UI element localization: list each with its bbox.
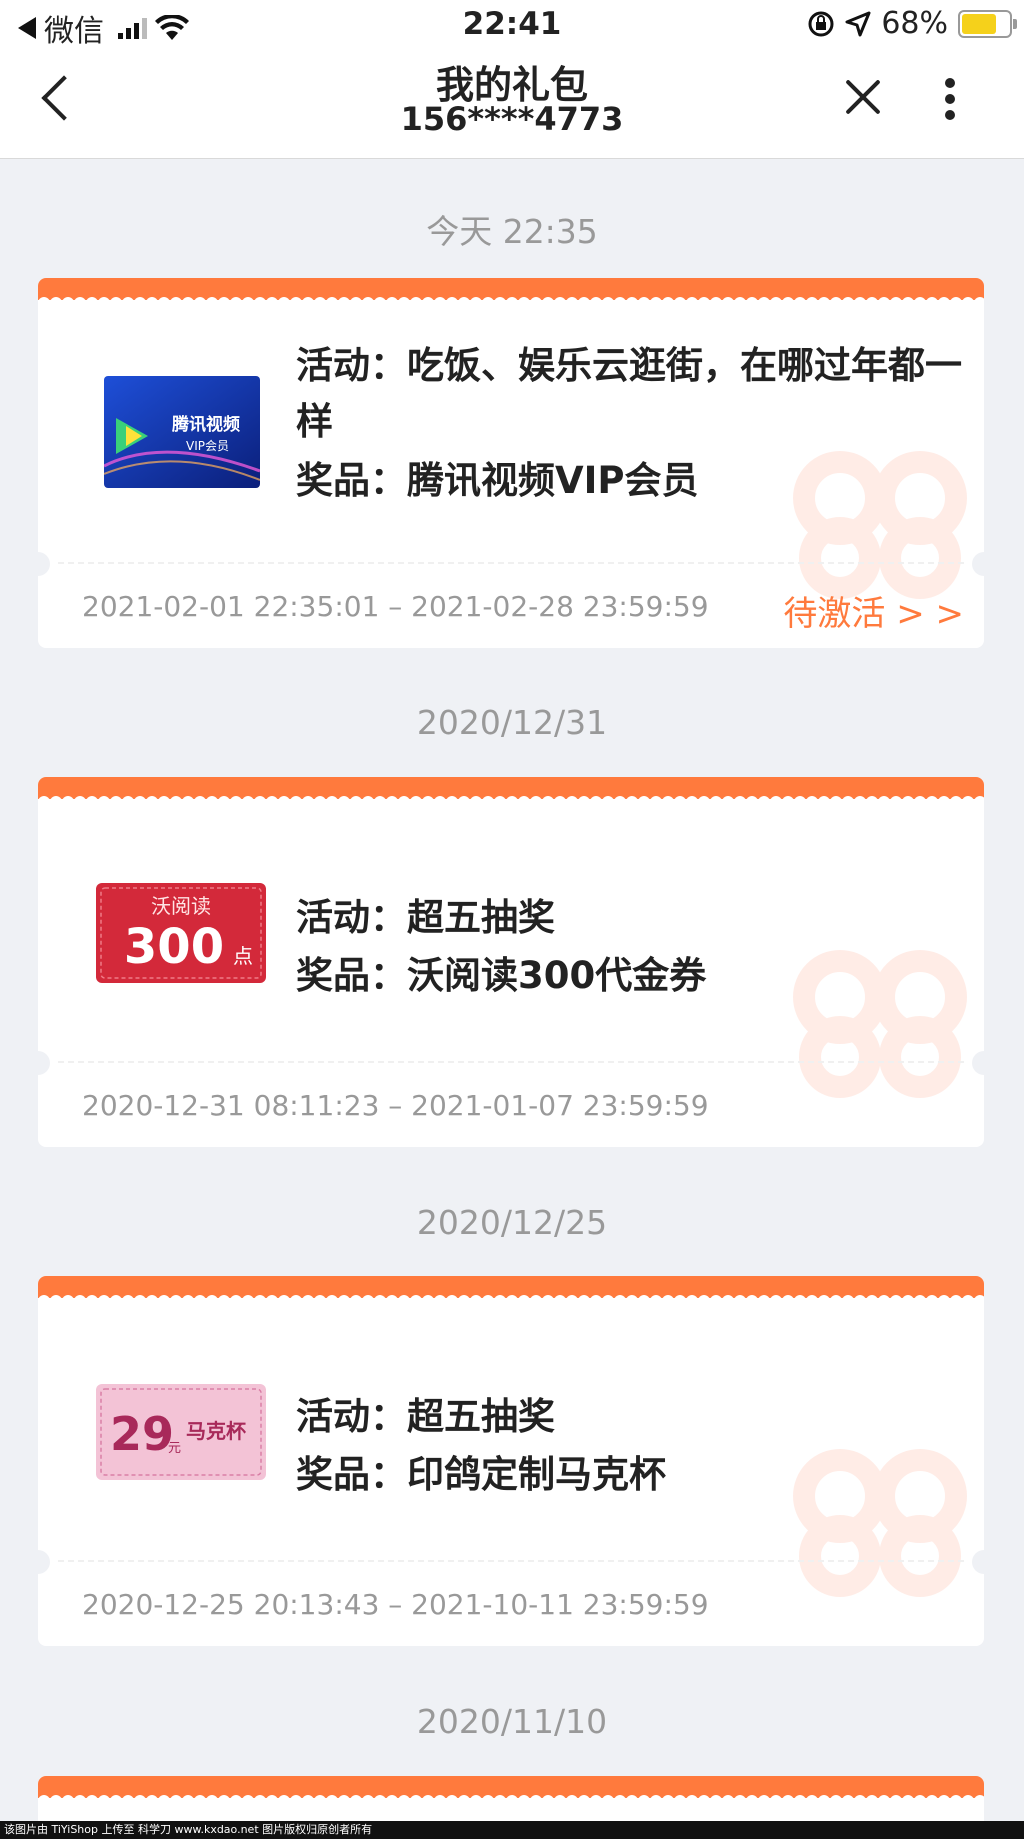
image-amount: 29 — [110, 1407, 174, 1461]
rotation-lock-icon — [808, 11, 834, 36]
gift-card[interactable]: 沃阅读 300 点 活动：超五抽奖 奖品：沃阅读300代金券 2020-12-3… — [38, 777, 984, 1147]
wo-read-coupon-image: 沃阅读 300 点 — [96, 883, 266, 983]
location-icon — [845, 11, 871, 36]
activity-label: 活动： — [296, 1395, 407, 1438]
prize-label: 奖品： — [296, 459, 407, 502]
status-bar: 微信 22:41 68% — [0, 0, 1024, 50]
prize-text: 腾讯视频VIP会员 — [407, 459, 699, 502]
card-notch — [38, 1550, 50, 1574]
card-divider — [58, 1560, 964, 1562]
image-credit-footer: 该图片由 TiYiShop 上传至 科学刀 www.kxdao.net 图片版权… — [0, 1821, 1024, 1839]
gift-card[interactable]: 腾讯视频 VIP会员 活动：吃饭、娱乐云逛街，在哪过年都一样 奖品：腾讯视频VI… — [38, 278, 984, 648]
date-header: 2020/12/31 — [416, 703, 608, 742]
card-divider — [58, 1061, 964, 1063]
card-notch — [38, 1051, 50, 1075]
image-text-line2: VIP会员 — [186, 439, 229, 453]
mug-coupon-image: 29 元 马克杯 — [96, 1384, 266, 1480]
tencent-video-vip-image: 腾讯视频 VIP会员 — [104, 376, 260, 488]
battery-percent: 68% — [881, 6, 948, 41]
activity-text: 超五抽奖 — [407, 1395, 555, 1438]
more-menu-icon[interactable] — [940, 78, 960, 128]
unicom-logo-watermark — [793, 451, 967, 599]
image-unit: 点 — [233, 944, 253, 968]
date-header: 今天 22:35 — [426, 212, 598, 251]
image-text-line1: 沃阅读 — [151, 894, 211, 918]
card-notch — [38, 552, 50, 576]
date-header: 2020/11/10 — [416, 1702, 608, 1741]
prize-label: 奖品： — [296, 1453, 407, 1496]
prize-line: 奖品：腾讯视频VIP会员 — [296, 450, 699, 504]
image-unit: 元 — [168, 1441, 181, 1456]
card-scalloped-top — [38, 278, 984, 308]
unicom-logo-watermark — [793, 950, 967, 1098]
card-scalloped-top — [38, 777, 984, 807]
activity-line: 活动：超五抽奖 — [296, 1386, 555, 1440]
activity-label: 活动： — [296, 896, 407, 939]
nav-bar: 我的礼包 156****4773 — [0, 50, 1024, 159]
close-icon[interactable] — [838, 72, 888, 122]
activity-line: 活动：超五抽奖 — [296, 887, 555, 941]
card-divider — [58, 562, 964, 564]
validity-period: 2021-02-01 22:35:01 – 2021-02-28 23:59:5… — [82, 590, 709, 623]
activity-label: 活动： — [296, 344, 407, 387]
activity-text: 超五抽奖 — [407, 896, 555, 939]
date-header: 2020/12/25 — [416, 1203, 608, 1242]
unicom-logo-watermark — [793, 1449, 967, 1597]
image-name: 马克杯 — [186, 1419, 246, 1443]
activity-line: 活动：吃饭、娱乐云逛街，在哪过年都一样 — [296, 338, 966, 450]
prize-line: 奖品：沃阅读300代金券 — [296, 945, 706, 999]
prize-label: 奖品： — [296, 954, 407, 997]
validity-period: 2020-12-25 20:13:43 – 2021-10-11 23:59:5… — [82, 1588, 709, 1621]
status-right: 68% — [807, 6, 1017, 41]
validity-period: 2020-12-31 08:11:23 – 2021-01-07 23:59:5… — [82, 1089, 709, 1122]
activate-link[interactable]: 待激活 > > — [783, 586, 964, 635]
prize-line: 奖品：印鸽定制马克杯 — [296, 1444, 666, 1498]
gift-card[interactable]: 29 元 马克杯 活动：超五抽奖 奖品：印鸽定制马克杯 2020-12-25 2… — [38, 1276, 984, 1646]
image-amount: 300 — [124, 919, 224, 975]
battery-icon — [958, 9, 1017, 38]
image-text-line1: 腾讯视频 — [172, 414, 240, 435]
prize-text: 沃阅读300代金券 — [407, 954, 707, 997]
card-scalloped-top — [38, 1776, 984, 1806]
prize-text: 印鸽定制马克杯 — [407, 1453, 666, 1496]
card-scalloped-top — [38, 1276, 984, 1306]
